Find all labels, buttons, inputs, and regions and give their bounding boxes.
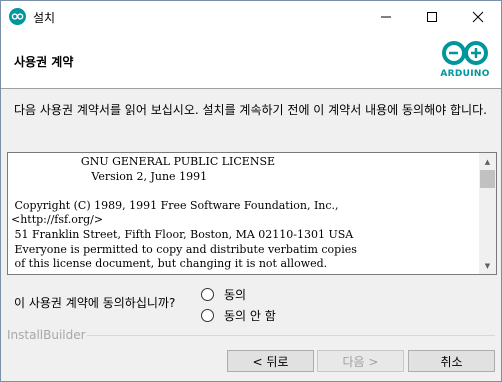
disagree-radio[interactable] bbox=[201, 309, 214, 322]
agree-label[interactable]: 동의 bbox=[224, 286, 246, 303]
license-line: GNU GENERAL PUBLIC LICENSE bbox=[11, 155, 276, 168]
installbuilder-label: InstallBuilder bbox=[7, 328, 86, 342]
arduino-app-icon bbox=[9, 8, 26, 25]
license-text: GNU GENERAL PUBLIC LICENSE Version 2, Ju… bbox=[11, 155, 476, 272]
close-button[interactable] bbox=[455, 1, 501, 32]
minimize-icon bbox=[381, 16, 391, 17]
instruction-text: 다음 사용권 계약서를 읽어 보십시오. 설치를 계속하기 전에 이 계약서 내… bbox=[14, 103, 487, 117]
next-button[interactable]: 다음 > bbox=[317, 350, 404, 372]
footer-divider bbox=[87, 335, 495, 336]
license-line: 51 Franklin Street, Fifth Floor, Boston,… bbox=[11, 227, 354, 241]
license-line: Copyright (C) 1989, 1991 Free Software F… bbox=[11, 198, 339, 212]
license-line: Version 2, June 1991 bbox=[11, 169, 208, 183]
license-line: <http://fsf.org/> bbox=[11, 213, 104, 227]
license-line: Everyone is permitted to copy and distri… bbox=[11, 242, 357, 256]
license-scrollbar[interactable]: ▲ ▼ bbox=[479, 153, 496, 274]
window-title: 설치 bbox=[33, 11, 56, 25]
license-line: of this license document, but changing i… bbox=[11, 257, 328, 271]
maximize-button[interactable] bbox=[409, 1, 455, 32]
minimize-button[interactable] bbox=[363, 1, 409, 32]
disagree-label[interactable]: 동의 안 함 bbox=[224, 307, 276, 324]
chevron-up-icon: ▲ bbox=[484, 157, 491, 166]
disagree-option[interactable]: 동의 안 함 bbox=[201, 307, 276, 324]
page-title: 사용권 계약 bbox=[14, 55, 74, 69]
installer-window: 설치 사용권 계약 ARDUINO 다음 사용권 계약서를 읽어 보십시오. 설… bbox=[0, 0, 502, 382]
close-icon bbox=[472, 11, 484, 22]
agree-radio[interactable] bbox=[201, 288, 214, 301]
page-header: 사용권 계약 ARDUINO bbox=[1, 32, 501, 89]
title-bar: 설치 bbox=[1, 1, 501, 32]
scroll-thumb[interactable] bbox=[480, 170, 495, 188]
agreement-question: 이 사용권 계약에 동의하십니까? bbox=[14, 296, 176, 310]
arduino-logo: ARDUINO bbox=[437, 39, 493, 85]
chevron-down-icon: ▼ bbox=[484, 261, 491, 270]
scroll-up-button[interactable]: ▲ bbox=[479, 153, 496, 170]
license-line bbox=[11, 184, 476, 199]
license-text-box[interactable]: GNU GENERAL PUBLIC LICENSE Version 2, Ju… bbox=[7, 152, 497, 275]
back-button[interactable]: < 뒤로 bbox=[227, 350, 314, 372]
arduino-logo-icon bbox=[442, 41, 488, 65]
logo-text: ARDUINO bbox=[440, 69, 490, 79]
maximize-icon bbox=[427, 11, 437, 22]
agree-option[interactable]: 동의 bbox=[201, 286, 246, 303]
scroll-down-button[interactable]: ▼ bbox=[479, 257, 496, 274]
cancel-button[interactable]: 취소 bbox=[408, 350, 495, 372]
